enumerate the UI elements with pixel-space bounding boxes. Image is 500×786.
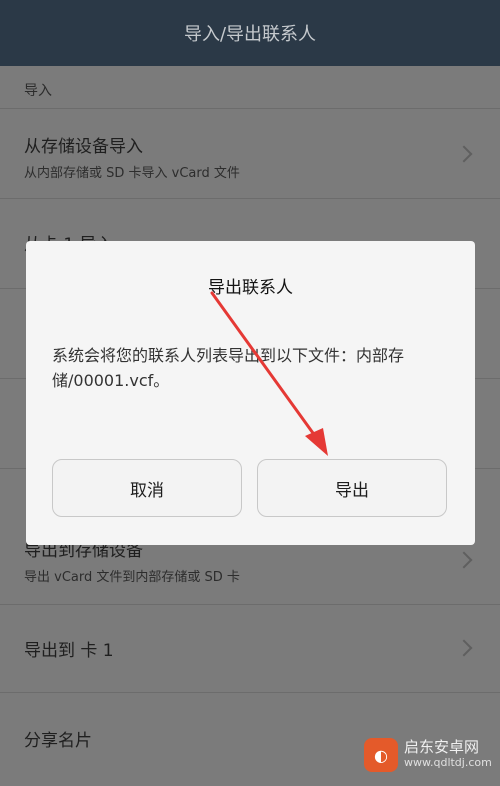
site-watermark: ◐ 启东安卓网 www.qdltdj.com xyxy=(364,738,492,772)
app-header: 导入/导出联系人 xyxy=(0,0,500,66)
dialog-title: 导出联系人 xyxy=(208,278,293,298)
item-subtitle: 导出 vCard 文件到内部存储或 SD 卡 xyxy=(24,570,240,585)
item-title: 从存储设备导入 xyxy=(24,137,143,157)
dialog-message: 系统会将您的联系人列表导出到以下文件：内部存储/00001.vcf。 xyxy=(52,346,405,390)
section-label-import: 导入 xyxy=(24,83,52,99)
chevron-right-icon xyxy=(455,551,473,569)
page-title: 导入/导出联系人 xyxy=(183,24,317,45)
item-title: 导出到 卡 1 xyxy=(24,641,114,661)
export-button[interactable]: 导出 xyxy=(257,459,447,517)
import-from-storage-item[interactable]: 从存储设备导入 从内部存储或 SD 卡导入 vCard 文件 xyxy=(0,108,500,198)
item-subtitle: 从内部存储或 SD 卡导入 vCard 文件 xyxy=(24,166,240,181)
chevron-right-icon xyxy=(455,145,473,163)
watermark-name: 启东安卓网 xyxy=(404,738,480,756)
cancel-button[interactable]: 取消 xyxy=(52,459,242,517)
item-title: 分享名片 xyxy=(24,731,92,751)
chevron-right-icon xyxy=(455,639,473,657)
export-contacts-dialog: 导出联系人 系统会将您的联系人列表导出到以下文件：内部存储/00001.vcf。… xyxy=(26,241,475,545)
watermark-url: www.qdltdj.com xyxy=(404,756,492,769)
export-to-sim1-item[interactable]: 导出到 卡 1 xyxy=(0,604,500,692)
watermark-logo-icon: ◐ xyxy=(364,738,398,772)
